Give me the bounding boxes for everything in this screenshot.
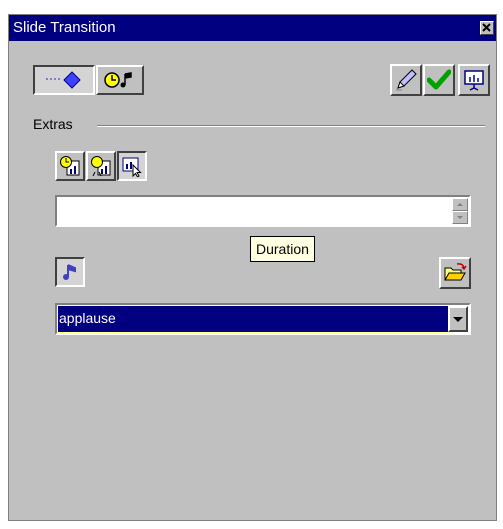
clock-chart-icon [60,156,80,176]
music-note-icon [63,264,76,280]
mode-button-pointer[interactable] [117,151,147,181]
extras-divider [97,125,485,127]
arrow-down-icon [457,216,463,219]
preview-button[interactable] [458,64,490,96]
dropdown-arrow-button[interactable] [448,306,468,332]
open-sound-button[interactable] [439,257,471,289]
title-bar: Slide Transition [9,15,496,41]
chevron-down-icon [453,317,463,322]
duration-tooltip: Duration [250,236,315,262]
effects-tab-button[interactable] [33,65,95,95]
extras-label: Extras [33,116,73,132]
sound-dropdown[interactable]: applause [55,303,471,335]
close-button[interactable] [480,21,494,35]
spin-down-button[interactable] [452,211,468,224]
close-icon [482,23,491,32]
timing-sound-tab-button[interactable] [96,65,144,95]
open-folder-icon [444,263,467,281]
spin-up-button[interactable] [452,198,468,211]
pencil-icon [396,69,417,91]
mode-button-timer[interactable] [86,151,116,181]
diamond-icon [46,71,81,89]
checkmark-icon [427,69,451,90]
ok-button[interactable] [423,64,455,96]
sound-toggle-button[interactable] [55,257,85,287]
sound-selected-value: applause [57,305,449,333]
pointer-chart-icon [122,157,142,177]
mode-button-clock[interactable] [55,151,85,181]
timer-chart-icon [91,156,111,177]
window-title: Slide Transition [13,19,116,36]
apply-button[interactable] [390,64,422,96]
slideshow-icon [464,70,484,91]
arrow-up-icon [457,203,463,206]
slide-transition-window: Slide Transition Extras Duration applaus… [8,14,497,521]
duration-spinbox[interactable] [55,195,471,227]
clock-note-icon [104,72,132,88]
